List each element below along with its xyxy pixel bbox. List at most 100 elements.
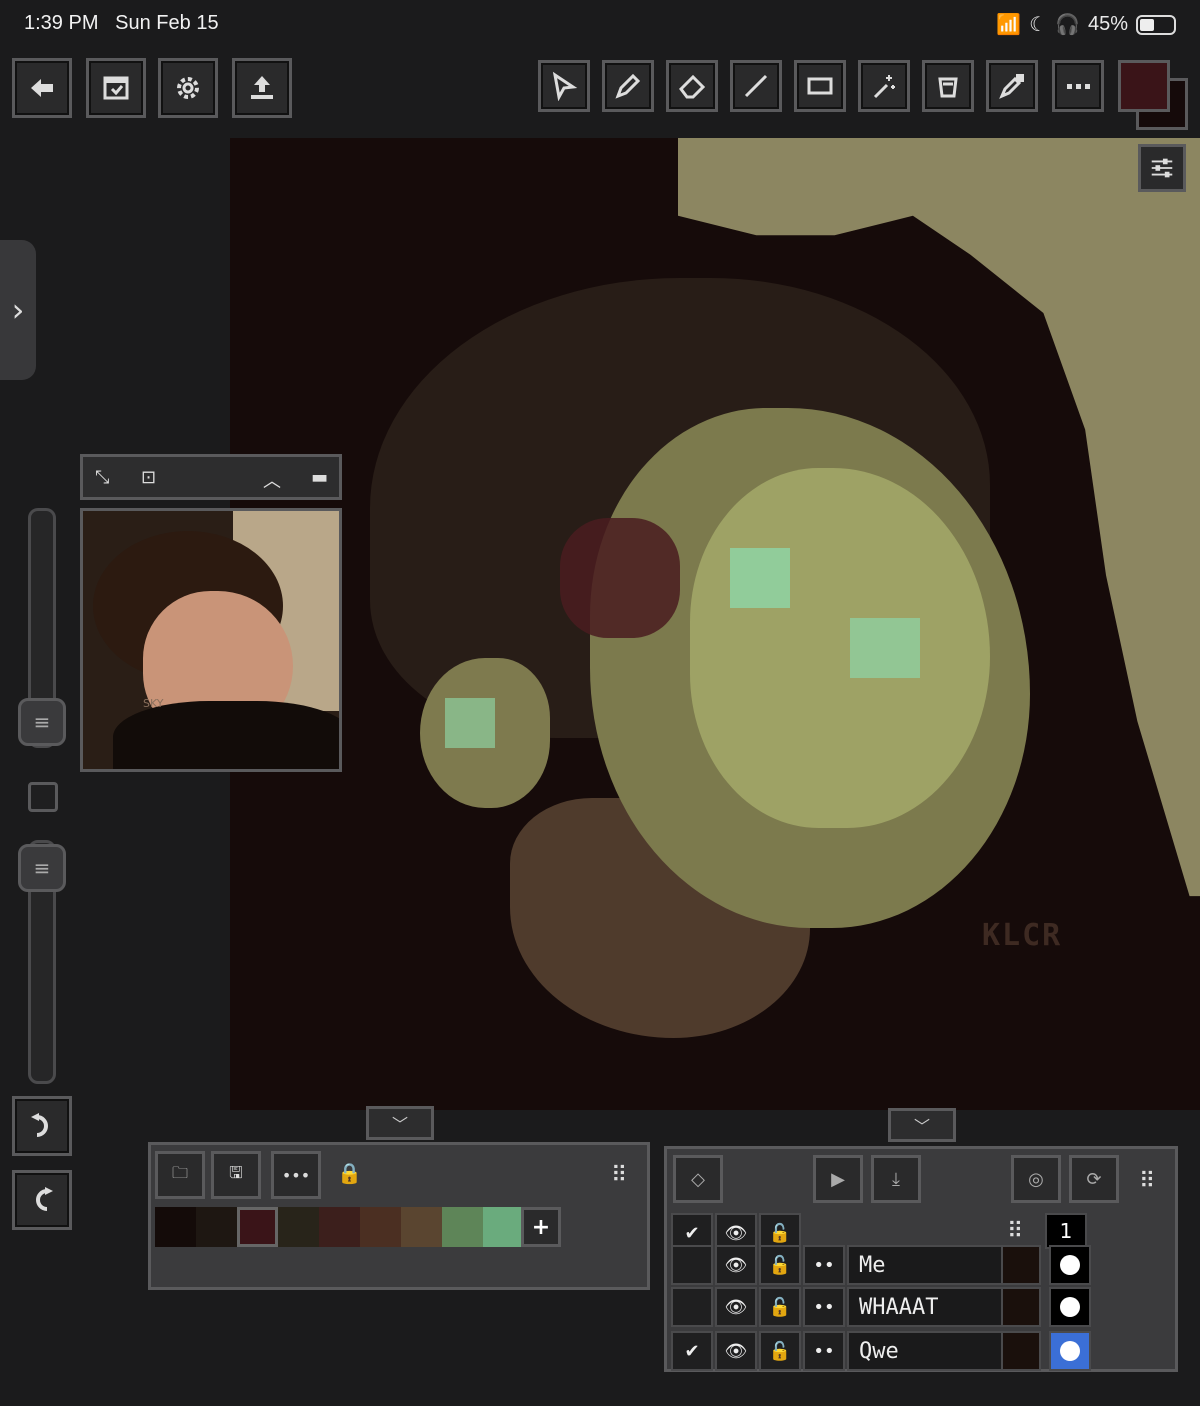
drag-handle-icon[interactable]: ⠿ — [1007, 1219, 1023, 1244]
brush-preview[interactable] — [28, 782, 58, 812]
animation-button[interactable] — [86, 58, 146, 118]
layer-opacity-button[interactable] — [1049, 1245, 1091, 1285]
canvas-signature: KLCR — [982, 918, 1063, 953]
export-button[interactable] — [232, 58, 292, 118]
select-tool-button[interactable] — [538, 60, 590, 112]
palette-collapse-button[interactable]: ﹀ — [366, 1106, 434, 1140]
palette-swatch[interactable] — [401, 1207, 442, 1247]
line-tool-button[interactable] — [730, 60, 782, 112]
folder-icon: 🗀 — [171, 1162, 188, 1182]
layer-row[interactable]: 👁 🔓 •• Me — [671, 1245, 1091, 1285]
primary-color-swatch[interactable] — [1118, 60, 1170, 112]
layer-name[interactable]: Me — [847, 1245, 1007, 1285]
layer-visibility-toggle[interactable]: 👁 — [715, 1287, 757, 1327]
layer-blend-toggle[interactable]: •• — [803, 1245, 845, 1285]
pencil-tool-button[interactable] — [602, 60, 654, 112]
layer-thumbnail — [1001, 1287, 1041, 1327]
layer-checkbox[interactable] — [671, 1287, 713, 1327]
canvas-ear-highlight — [445, 698, 495, 748]
side-drawer-toggle[interactable]: › — [0, 240, 36, 380]
drag-handle-icon[interactable]: ⠿ — [611, 1163, 627, 1188]
bucket-fill-button[interactable] — [922, 60, 974, 112]
redo-icon — [36, 1187, 53, 1211]
check-icon: ✔ — [684, 1340, 700, 1362]
layer-checkbox[interactable]: ✔ — [671, 1331, 713, 1371]
palette-swatch[interactable] — [237, 1207, 278, 1247]
reference-image[interactable]: SKY — [80, 508, 342, 772]
layer-visibility-toggle[interactable]: 👁 — [715, 1331, 757, 1371]
redo-button[interactable] — [12, 1170, 72, 1230]
save-icon: 🖫 — [229, 1162, 243, 1182]
back-button[interactable] — [12, 58, 72, 118]
select-tool-icon — [552, 71, 578, 101]
resize-icon[interactable]: ⤡ — [95, 467, 109, 488]
layer-visibility-toggle[interactable]: 👁 — [715, 1245, 757, 1285]
eraser-tool-button[interactable] — [666, 60, 718, 112]
palette-swatch[interactable] — [360, 1207, 401, 1247]
opacity-dot-icon — [1060, 1341, 1080, 1361]
minimize-icon[interactable]: ▬ — [311, 467, 328, 488]
layer-name[interactable]: Qwe — [847, 1331, 1007, 1371]
drawing-canvas[interactable]: KLCR — [230, 138, 1200, 1110]
canvas-properties-button[interactable] — [1138, 144, 1186, 192]
brush-opacity-knob[interactable]: ≡ — [18, 844, 66, 892]
add-frame-icon: ⟳ — [1086, 1168, 1102, 1190]
layer-thumbnail — [1001, 1331, 1041, 1371]
layer-checkbox[interactable] — [671, 1245, 713, 1285]
battery-icon — [1136, 14, 1176, 35]
drag-handle-icon[interactable]: ⠿ — [1139, 1169, 1155, 1194]
sliders-icon — [1151, 158, 1173, 178]
magic-wand-button[interactable] — [858, 60, 910, 112]
save-palette-button[interactable]: 🖫 — [211, 1151, 261, 1199]
canvas-blood-shape — [560, 518, 680, 638]
layers-collapse-button[interactable]: ﹀ — [888, 1108, 956, 1142]
fit-image-icon[interactable]: ⊡ — [141, 467, 156, 488]
palette-swatch[interactable] — [319, 1207, 360, 1247]
palette-panel: 🗀 🖫 ••• 🔒 ⠿ + — [148, 1142, 650, 1290]
lock-icon[interactable]: 🔒 — [337, 1161, 362, 1185]
layers-panel: ◇ ▶ ⤓ ◎ ⟳ ⠿ ✔ 👁 🔓 ⠿ 1 👁 🔓 •• Me 👁 🔓 •• WHAAAT ✔ 👁… — [664, 1146, 1178, 1372]
layer-opacity-button[interactable] — [1049, 1331, 1091, 1371]
layer-blend-toggle[interactable]: •• — [803, 1331, 845, 1371]
chevron-up-icon[interactable]: ︿ — [263, 467, 281, 493]
more-tools-button[interactable] — [1052, 60, 1104, 112]
rectangle-tool-button[interactable] — [794, 60, 846, 112]
palette-swatch[interactable] — [483, 1207, 524, 1247]
layer-lock-toggle[interactable]: 🔓 — [759, 1287, 801, 1327]
eraser-tool-icon — [679, 74, 706, 99]
undo-button[interactable] — [12, 1096, 72, 1156]
tag-icon: ◇ — [691, 1168, 705, 1190]
battery-percent: 45% — [1087, 13, 1128, 35]
settings-button[interactable] — [158, 58, 218, 118]
palette-swatches — [155, 1207, 524, 1247]
unlock-icon: 🔓 — [768, 1340, 792, 1362]
play-button[interactable]: ▶ — [813, 1155, 863, 1203]
layer-lock-toggle[interactable]: 🔓 — [759, 1245, 801, 1285]
add-frame-button[interactable]: ⟳ — [1069, 1155, 1119, 1203]
layer-lock-toggle[interactable]: 🔓 — [759, 1331, 801, 1371]
layer-opacity-button[interactable] — [1049, 1287, 1091, 1327]
reference-body — [113, 701, 339, 769]
palette-more-button[interactable]: ••• — [271, 1151, 321, 1199]
focus-moon-icon: ☾ — [1029, 14, 1048, 36]
grip-icon: ≡ — [33, 710, 51, 734]
layer-blend-toggle[interactable]: •• — [803, 1287, 845, 1327]
reference-watermark: SKY — [143, 697, 164, 710]
eyedropper-button[interactable] — [986, 60, 1038, 112]
magic-wand-icon — [873, 75, 895, 99]
palette-swatch[interactable] — [155, 1207, 196, 1247]
reference-window-titlebar[interactable]: ⤡ ⊡ ︿ ▬ — [80, 454, 342, 500]
loop-button[interactable]: ◎ — [1011, 1155, 1061, 1203]
layer-name[interactable]: WHAAAT — [847, 1287, 1007, 1327]
onion-skin-button[interactable]: ⤓ — [871, 1155, 921, 1203]
add-color-button[interactable]: + — [521, 1207, 561, 1247]
layer-row[interactable]: ✔ 👁 🔓 •• Qwe — [671, 1331, 1091, 1371]
layer-tag-button[interactable]: ◇ — [673, 1155, 723, 1203]
palette-swatch[interactable] — [278, 1207, 319, 1247]
frame-number[interactable]: 1 — [1045, 1213, 1087, 1249]
palette-swatch[interactable] — [196, 1207, 237, 1247]
layer-row[interactable]: 👁 🔓 •• WHAAAT — [671, 1287, 1091, 1327]
palette-swatch[interactable] — [442, 1207, 483, 1247]
brush-size-knob[interactable]: ≡ — [18, 698, 66, 746]
open-palette-button[interactable]: 🗀 — [155, 1151, 205, 1199]
